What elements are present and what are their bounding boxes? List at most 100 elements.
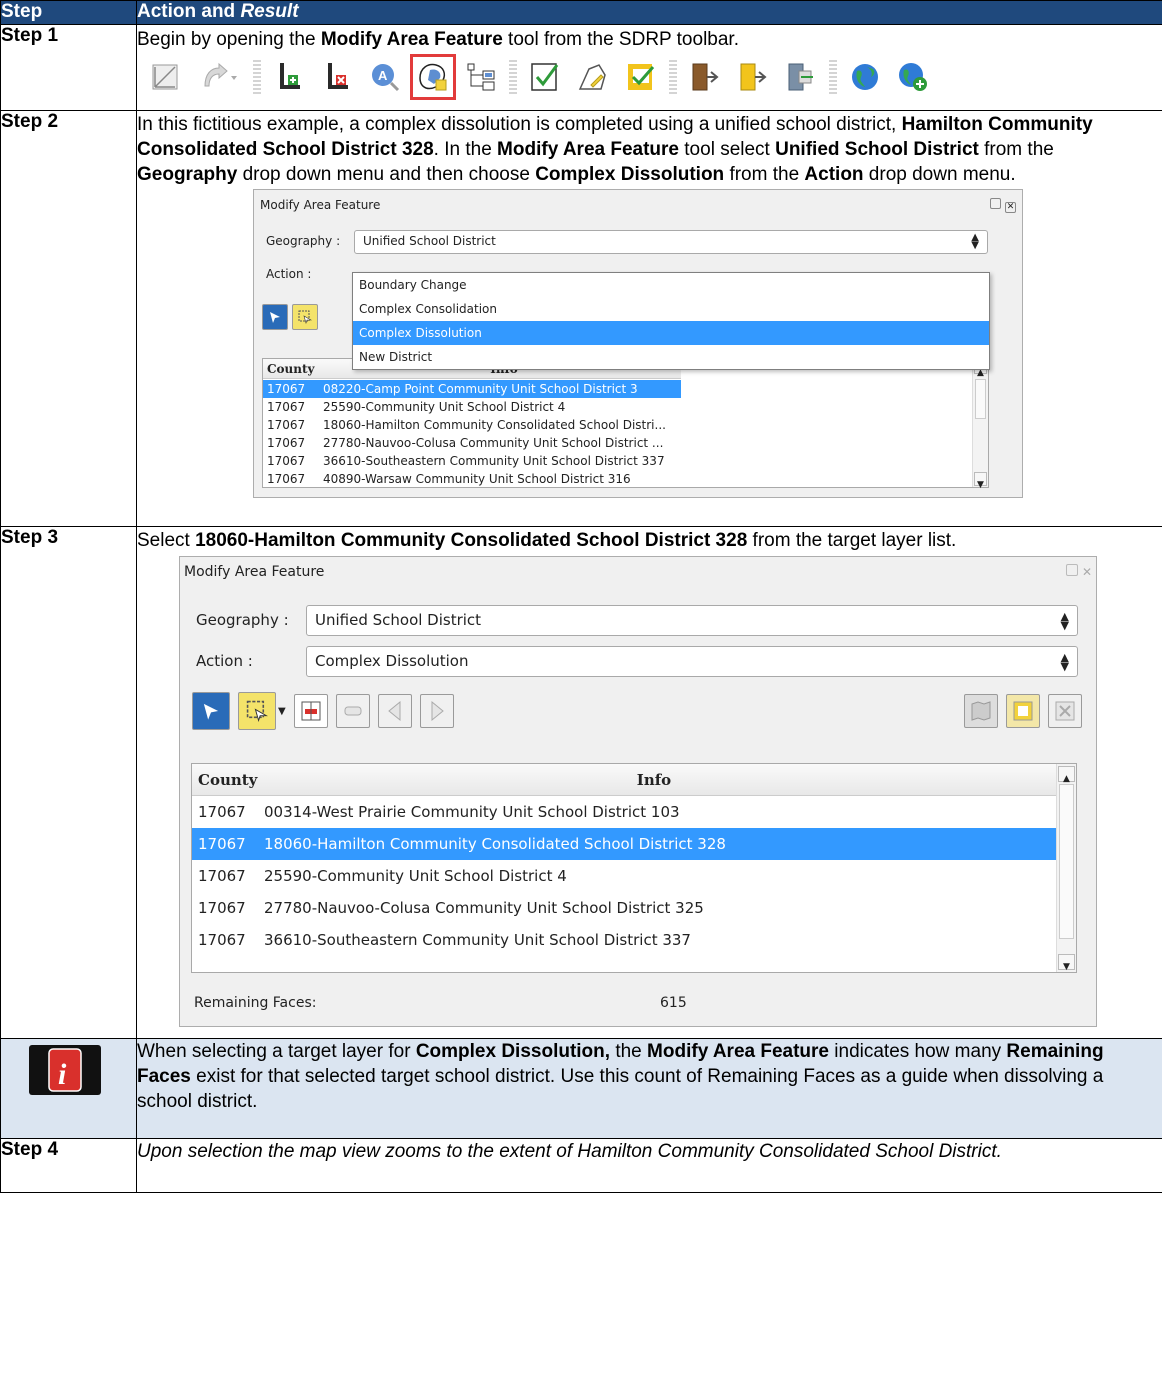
toolbar-separator	[669, 60, 677, 94]
note-icon-cell: i	[0, 1038, 137, 1139]
scroll-down-icon[interactable]: ▼	[974, 472, 987, 490]
scroll-thumb[interactable]	[975, 379, 986, 419]
topology-icon[interactable]	[463, 59, 499, 95]
action-option[interactable]: New District	[353, 345, 989, 369]
target-layer-list[interactable]: County Info 1706708220-Camp Point Commun…	[262, 358, 989, 490]
step1-label: Step 1	[0, 24, 137, 111]
county-cell: 17067	[198, 898, 246, 917]
scroll-up-icon[interactable]: ▲	[1058, 766, 1075, 784]
action-option[interactable]: Complex Consolidation	[353, 297, 989, 321]
cancel-icon[interactable]	[1048, 694, 1082, 728]
add-globe-icon[interactable]	[895, 59, 931, 95]
select-feature-icon[interactable]	[262, 304, 288, 330]
table-row[interactable]: 17067 00314-West Prairie Community Unit S…	[192, 796, 1056, 828]
select-feature-icon[interactable]	[192, 692, 230, 730]
action-label: Action :	[266, 266, 312, 281]
step3-content: Select 18060-Hamilton Community Consolid…	[136, 526, 1162, 1039]
info-cell: 40890-Warsaw Community Unit School Distr…	[323, 471, 631, 486]
updown-icon: ▲ ▼	[1060, 650, 1069, 673]
county-cell: 17067	[198, 866, 246, 885]
export-left-icon[interactable]	[687, 59, 723, 95]
geography-label: Geography :	[196, 611, 289, 629]
polygon-icon[interactable]	[575, 59, 611, 95]
delete-node-icon[interactable]	[319, 59, 355, 95]
info-cell: 18060-Hamilton Community Consolidated Sc…	[264, 834, 726, 853]
measure-icon[interactable]	[147, 59, 183, 95]
next-icon[interactable]	[419, 694, 454, 728]
modify-area-feature-dialog-2: Modify Area Feature ✕ Geography : Unifie…	[179, 556, 1097, 1027]
table-row[interactable]: 17067 18060-Hamilton Community Consolidat…	[192, 828, 1056, 860]
export-gray-icon[interactable]	[783, 59, 819, 95]
info-cell: 27780-Nauvoo-Colusa Community Unit Schoo…	[264, 898, 704, 917]
info-icon: i	[29, 1045, 101, 1095]
updown-icon: ▲ ▼	[971, 231, 979, 251]
header-step: Step	[0, 0, 137, 25]
table-row[interactable]: 17067 27780-Nauvoo-Colusa Community Unit …	[192, 892, 1056, 924]
steps-table: Step Action and Result Step 1 Begin by o…	[0, 0, 1162, 1193]
step4-content: Upon selection the map view zooms to the…	[136, 1138, 1162, 1193]
identify-arrow-icon[interactable]	[195, 59, 243, 95]
svg-text:i: i	[58, 1058, 67, 1091]
rectangle-select-icon[interactable]	[238, 692, 276, 730]
remaining-faces-label: Remaining Faces:	[194, 995, 317, 1011]
sdrp-toolbar: A	[137, 52, 1162, 102]
previous-icon[interactable]	[377, 694, 412, 728]
geography-value: Unified School District	[315, 611, 482, 629]
export-right-icon[interactable]	[735, 59, 771, 95]
col-info[interactable]: Info	[272, 764, 1076, 795]
step3-label: Step 3	[0, 526, 137, 1039]
globe-icon[interactable]	[847, 59, 883, 95]
col-county[interactable]: County	[263, 359, 327, 378]
remaining-faces-value: 615	[660, 995, 687, 1011]
float-icon[interactable]	[1065, 564, 1078, 576]
dialog-title: Modify Area Feature	[260, 198, 381, 212]
col-county[interactable]: County	[192, 764, 272, 795]
header-action: Action and Result	[136, 0, 1162, 25]
close-icon[interactable]: ✕	[1005, 202, 1016, 213]
list-scrollbar[interactable]: ▲ ▼	[972, 359, 988, 490]
modify-area-feature-icon[interactable]	[410, 54, 456, 100]
table-row[interactable]: 17067 25590-Community Unit School Distric…	[192, 860, 1056, 892]
remove-from-list-icon[interactable]	[293, 694, 328, 728]
action-option[interactable]: Boundary Change	[353, 273, 989, 297]
rectangle-select-icon[interactable]	[292, 304, 318, 330]
target-layer-list[interactable]: County Info 17067 00314-West Prairie Comm…	[191, 763, 1077, 973]
county-cell: 17067	[198, 802, 246, 821]
info-cell: 00314-West Prairie Community Unit School…	[264, 802, 680, 821]
geography-select[interactable]: Unified School District ▲ ▼	[306, 605, 1078, 636]
scroll-thumb[interactable]	[1059, 784, 1074, 939]
action-label: Action :	[196, 652, 253, 670]
add-node-icon[interactable]	[271, 59, 307, 95]
note-row: i When selecting a target layer for Comp…	[0, 1038, 1162, 1139]
chevron-down-icon[interactable]: ▼	[278, 699, 286, 724]
dialog-window-controls: ✕	[990, 193, 1016, 218]
modify-area-feature-dialog-1: Modify Area Feature ✕ Geography : Unifie…	[253, 189, 1023, 498]
dropdown-arrow-icon	[231, 76, 237, 80]
action-option[interactable]: Complex Dissolution	[353, 321, 989, 345]
scroll-down-icon[interactable]: ▼	[1058, 954, 1075, 972]
note-content: When selecting a target layer for Comple…	[136, 1038, 1162, 1139]
county-cell: 17067	[267, 471, 306, 486]
info-cell: 25590-Community Unit School District 4	[264, 866, 567, 885]
county-cell: 17067	[198, 834, 246, 853]
step2-row: Step 2 In this fictitious example, a com…	[0, 110, 1162, 527]
action-select[interactable]: Complex Dissolution ▲ ▼	[306, 646, 1078, 677]
step4-label: Step 4	[0, 1138, 137, 1193]
geography-select[interactable]: Unified School District ▲ ▼	[354, 229, 988, 254]
map-icon[interactable]	[964, 694, 998, 728]
geography-value: Unified School District	[363, 234, 496, 248]
minus-icon[interactable]	[335, 694, 370, 728]
float-icon[interactable]	[990, 198, 1001, 209]
validate-icon[interactable]	[527, 59, 563, 95]
dialog-window-controls: ✕	[1065, 560, 1092, 585]
close-icon[interactable]: ✕	[1082, 565, 1092, 579]
edit-icon[interactable]	[1006, 694, 1040, 728]
step4-row: Step 4 Upon selection the map view zooms…	[0, 1138, 1162, 1193]
review-icon[interactable]	[623, 59, 659, 95]
search-feature-icon[interactable]: A	[367, 59, 403, 95]
step2-label: Step 2	[0, 110, 137, 527]
list-scrollbar[interactable]: ▲ ▼	[1056, 764, 1076, 972]
table-row[interactable]: 17067 40890-Warsaw Community Unit School …	[263, 470, 681, 488]
toolbar-separator	[253, 60, 261, 94]
table-row[interactable]: 17067 36610-Southeastern Community Unit S…	[192, 924, 1056, 956]
